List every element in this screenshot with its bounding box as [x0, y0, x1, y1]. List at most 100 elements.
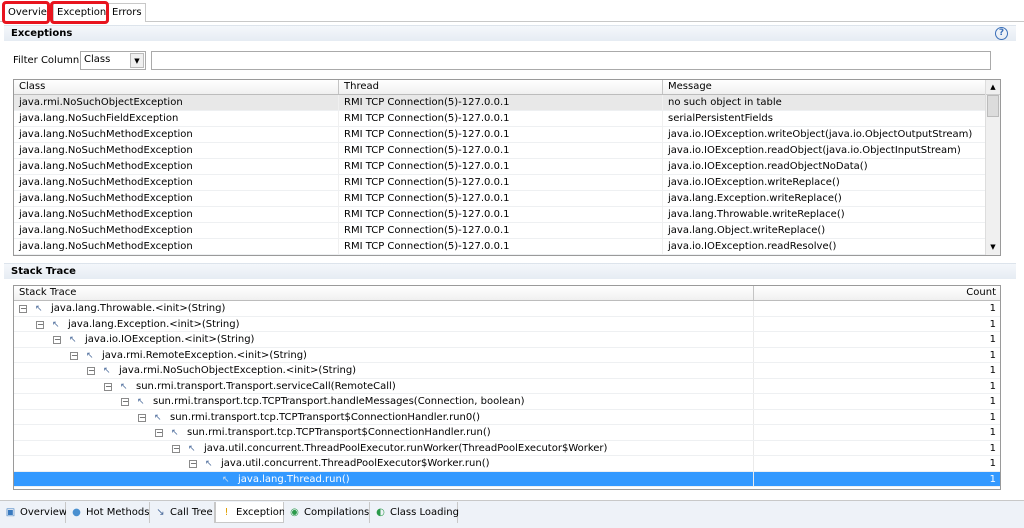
cell-message: java.lang.Throwable.writeReplace() — [663, 207, 986, 222]
tab-errors[interactable]: Errors — [108, 3, 146, 22]
chevron-down-icon[interactable]: ▼ — [130, 53, 144, 68]
column-header-count[interactable]: Count — [754, 286, 1000, 300]
collapse-icon[interactable]: − — [121, 398, 129, 406]
help-icon[interactable]: ? — [995, 27, 1008, 40]
scroll-up-icon[interactable]: ▲ — [986, 80, 1000, 95]
table-row[interactable]: java.rmi.NoSuchObjectException RMI TCP Co… — [14, 95, 986, 111]
tree-row[interactable]: − ↖ java.util.concurrent.ThreadPoolExecuto… — [14, 456, 1000, 472]
table-row[interactable]: java.lang.NoSuchMethodException RMI TCP C… — [14, 175, 986, 191]
filter-column-select[interactable]: Class ▼ — [80, 51, 146, 70]
table-row[interactable]: java.lang.NoSuchMethodException RMI TCP C… — [14, 239, 986, 255]
table-row[interactable]: java.lang.NoSuchMethodException RMI TCP C… — [14, 191, 986, 207]
stack-trace-section-title: Stack Trace — [4, 263, 1016, 279]
cell-message: java.lang.Object.writeReplace() — [663, 223, 986, 238]
count-cell: 1 — [989, 365, 996, 376]
cell-message: java.lang.Exception.writeReplace() — [663, 191, 986, 206]
tree-row[interactable]: − ↖ java.lang.Throwable.<init>(String) 1 — [14, 301, 1000, 317]
collapse-icon[interactable]: − — [19, 305, 27, 313]
count-cell: 1 — [989, 303, 996, 314]
method-label: sun.rmi.transport.tcp.TCPTransport$Conne… — [170, 411, 481, 423]
tree-cell: − ↖ java.io.IOException.<init>(String) — [14, 332, 754, 347]
cell-class: java.lang.NoSuchMethodException — [14, 239, 339, 254]
column-header-message[interactable]: Message — [663, 80, 986, 94]
tree-row[interactable]: − ↖ java.util.concurrent.ThreadPoolExecuto… — [14, 440, 1000, 456]
exceptions-icon: ! — [224, 507, 229, 518]
method-label: sun.rmi.transport.tcp.TCPTransport.handl… — [153, 396, 525, 407]
collapse-icon[interactable]: − — [172, 444, 180, 453]
bottom-tab-compilations[interactable]: ◉ Compilations — [284, 502, 370, 523]
method-icon: ↖ — [188, 443, 196, 454]
method-icon: ↖ — [52, 319, 60, 330]
scrollbar-thumb[interactable] — [987, 95, 999, 117]
column-header-thread[interactable]: Thread — [339, 80, 663, 94]
collapse-icon[interactable]: − — [87, 367, 95, 375]
tree-cell: − ↖ sun.rmi.transport.tcp.TCPTransport.han… — [14, 394, 754, 409]
scroll-down-icon[interactable]: ▼ — [986, 240, 1000, 255]
exceptions-section-title: Exceptions — [4, 25, 1016, 41]
tree-row[interactable]: − ↖ sun.rmi.transport.tcp.TCPTransport.han… — [14, 394, 1000, 410]
table-row[interactable]: java.lang.NoSuchMethodException RMI TCP C… — [14, 207, 986, 223]
method-label: sun.rmi.transport.tcp.TCPTransport$Conne… — [187, 427, 491, 438]
count-cell: 1 — [989, 473, 996, 485]
stack-trace-tree: Stack Trace Count − ↖ java.lang.Throwable.… — [13, 285, 1001, 490]
table-row[interactable]: java.lang.NoSuchMethodException RMI TCP C… — [14, 143, 986, 159]
bottom-tab-overview[interactable]: ▣ Overview — [0, 502, 67, 523]
cell-class: java.lang.NoSuchMethodException — [14, 191, 339, 206]
tree-row[interactable]: ↖ java.lang.Thread.run() 1 — [14, 471, 1000, 487]
tab-label: Call Tree — [170, 507, 213, 518]
collapse-icon[interactable]: − — [53, 336, 61, 344]
table-row[interactable]: java.lang.NoSuchMethodException RMI TCP C… — [14, 127, 986, 143]
tree-cell: − ↖ java.rmi.NoSuchObjectException.<init>(… — [14, 363, 754, 378]
tree-cell: − ↖ java.rmi.RemoteException.<init>(String… — [14, 347, 754, 362]
method-label: java.util.concurrent.ThreadPoolExecutor.… — [204, 442, 608, 454]
cell-thread: RMI TCP Connection(5)-127.0.0.1 — [339, 223, 663, 238]
tree-cell: − ↖ java.lang.Throwable.<init>(String) — [14, 301, 754, 316]
method-icon: ↖ — [205, 459, 213, 469]
column-header-class[interactable]: Class — [14, 80, 339, 94]
count-cell: 1 — [989, 427, 996, 438]
bottom-tab-exceptions[interactable]: ! Exceptions — [215, 502, 290, 523]
method-label: java.rmi.RemoteException.<init>(String) — [102, 349, 307, 361]
count-cell: 1 — [989, 380, 996, 392]
tree-row[interactable]: − ↖ java.lang.Exception.<init>(String) 1 — [14, 316, 1000, 332]
tree-row[interactable]: − ↖ sun.rmi.transport.tcp.TCPTransport$Con… — [14, 425, 1000, 441]
top-tab-bar: Overview Exceptions Errors — [0, 0, 1024, 24]
cell-thread: RMI TCP Connection(5)-127.0.0.1 — [339, 127, 663, 142]
collapse-icon[interactable]: − — [104, 382, 112, 391]
bottom-tab-call-tree[interactable]: ↘ Call Tree — [150, 502, 215, 523]
collapse-icon[interactable]: − — [155, 429, 163, 437]
tree-row[interactable]: − ↖ java.io.IOException.<init>(String) 1 — [14, 332, 1000, 348]
method-icon: ↖ — [86, 350, 94, 361]
cell-thread: RMI TCP Connection(5)-127.0.0.1 — [339, 159, 663, 174]
tree-row[interactable]: − ↖ sun.rmi.transport.Transport.serviceCal… — [14, 378, 1000, 394]
tab-label: Class Loading — [390, 507, 459, 518]
table-row[interactable]: java.lang.NoSuchFieldException RMI TCP Co… — [14, 111, 986, 127]
count-cell: 1 — [989, 334, 996, 345]
cell-class: java.lang.NoSuchMethodException — [14, 223, 339, 238]
tree-row[interactable]: − ↖ sun.rmi.transport.tcp.TCPTransport$Con… — [14, 409, 1000, 425]
cell-message: java.io.IOException.readObjectNoData() — [663, 159, 986, 174]
cell-class: java.lang.NoSuchFieldException — [14, 111, 339, 126]
column-header-stack-trace[interactable]: Stack Trace — [14, 286, 754, 300]
filter-input[interactable] — [151, 51, 991, 70]
tab-label: Hot Methods — [86, 507, 150, 518]
annotation-highlight — [2, 1, 50, 24]
cell-thread: RMI TCP Connection(5)-127.0.0.1 — [339, 239, 663, 254]
tree-cell: − ↖ sun.rmi.transport.tcp.TCPTransport$Con… — [14, 425, 754, 440]
collapse-icon[interactable]: − — [70, 351, 78, 360]
cell-class: java.lang.NoSuchMethodException — [14, 159, 339, 174]
cell-message: serialPersistentFields — [663, 111, 986, 126]
tree-row[interactable]: − ↖ java.rmi.NoSuchObjectException.<init>(… — [14, 363, 1000, 379]
count-cell: 1 — [989, 411, 996, 423]
collapse-icon[interactable]: − — [138, 413, 146, 422]
tree-row[interactable]: − ↖ java.rmi.RemoteException.<init>(String… — [14, 347, 1000, 363]
table-row[interactable]: java.lang.NoSuchMethodException RMI TCP C… — [14, 223, 986, 239]
table-row[interactable]: java.lang.NoSuchMethodException RMI TCP C… — [14, 159, 986, 175]
collapse-icon[interactable]: − — [36, 320, 44, 329]
vertical-scrollbar[interactable]: ▲ ▼ — [985, 80, 1000, 255]
cell-class: java.lang.NoSuchMethodException — [14, 175, 339, 190]
collapse-icon[interactable]: − — [189, 460, 197, 468]
bottom-tab-hot-methods[interactable]: ● Hot Methods — [66, 502, 150, 523]
bottom-tab-class-loading[interactable]: ◐ Class Loading — [370, 502, 459, 523]
method-label: java.lang.Exception.<init>(String) — [68, 318, 240, 330]
